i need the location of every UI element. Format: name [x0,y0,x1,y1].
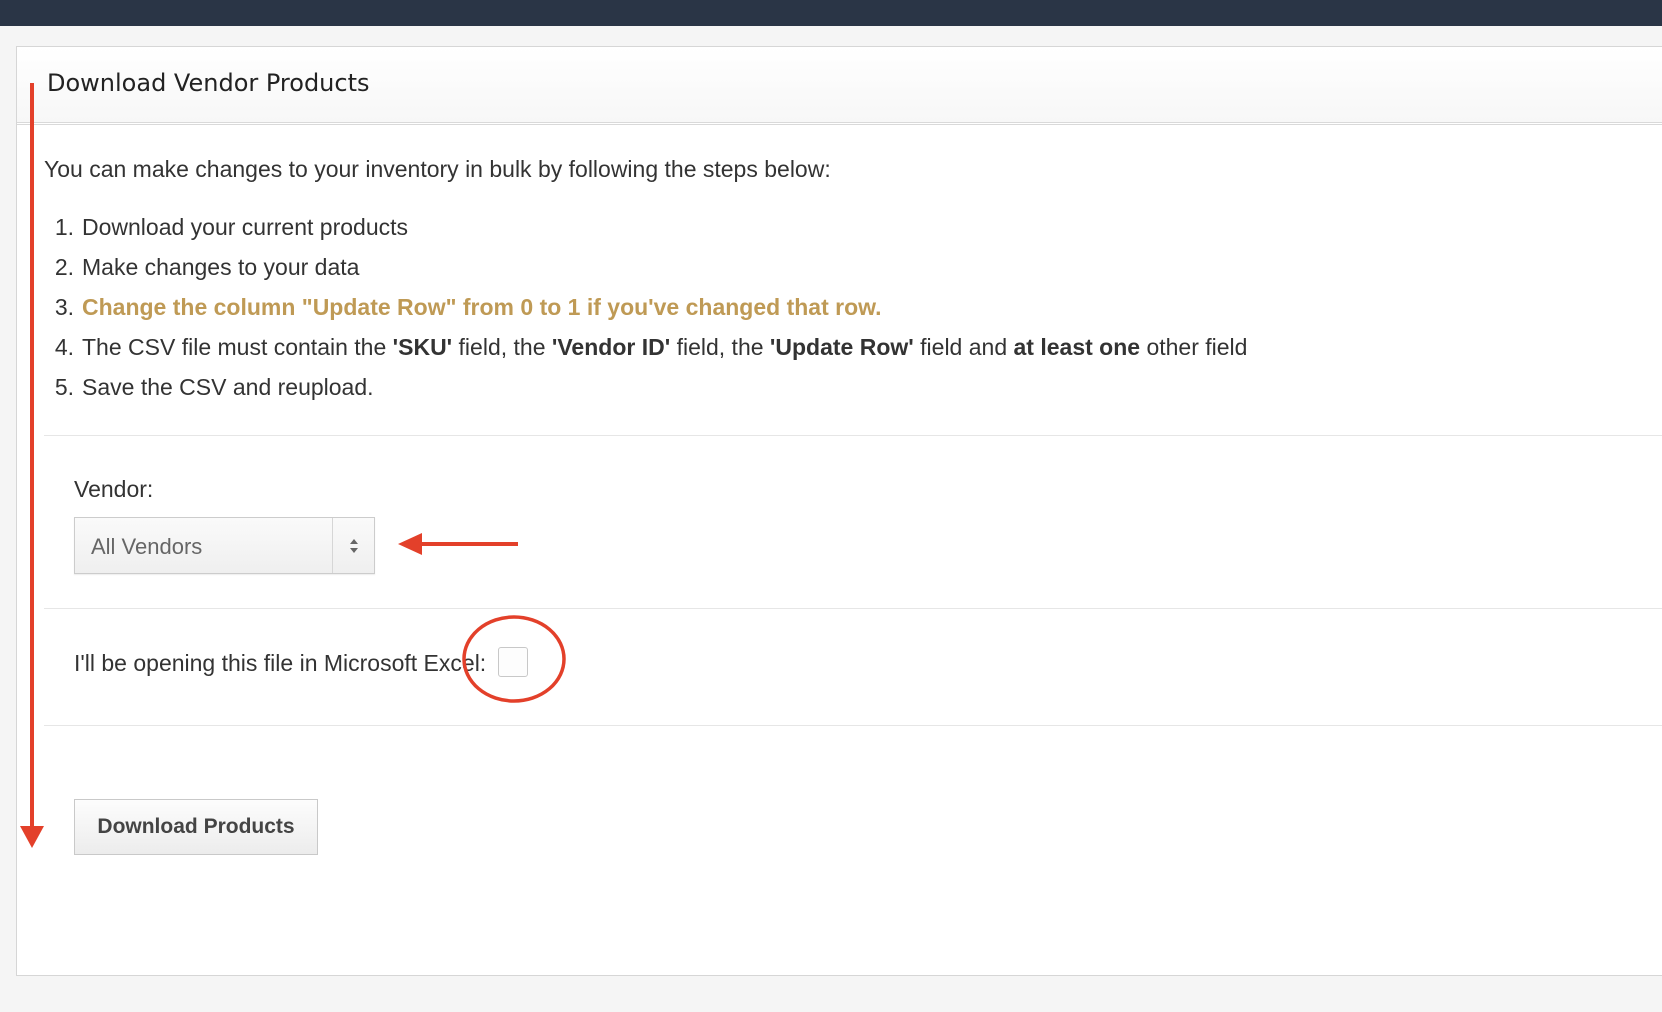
vendor-select[interactable]: All Vendors [74,517,375,574]
step-text: The CSV file must contain the [82,334,393,360]
step-emphasis: 'Update Row' [769,334,914,360]
step-number: 1. [54,214,74,240]
step-number: 3. [54,294,74,320]
step-text: Download your current products [82,214,408,240]
page-title: Download Vendor Products [47,69,370,97]
step-emphasis: at least one [1013,334,1141,360]
top-nav-bar [0,0,1662,26]
steps-list: 1. Download your current products 2. Make … [44,207,1248,407]
intro-text: You can make changes to your inventory i… [44,156,831,182]
step-text: field and [913,334,1014,360]
section-divider [44,725,1662,726]
step-emphasis: 'SKU' [392,334,453,360]
step-item: 3. Change the column "Update Row" from 0 … [44,287,1247,327]
excel-checkbox[interactable] [498,647,528,677]
step-number: 5. [54,374,74,400]
section-divider [44,608,1662,609]
step-item: 4. The CSV file must contain the 'SKU' fi… [44,327,1248,367]
step-text: Make changes to your data [82,254,360,280]
panel-header: Download Vendor Products [17,47,1662,125]
step-item: 1. Download your current products [44,207,1247,247]
step-text: field, the [670,334,770,360]
step-text: other field [1140,334,1248,360]
step-emphasis: 'Vendor ID' [551,334,671,360]
vendor-label: Vendor: [74,476,154,502]
section-divider [44,435,1662,436]
step-number: 2. [54,254,74,280]
step-item: 2. Make changes to your data [44,247,1247,287]
step-text-highlighted: Change the column "Update Row" from 0 to… [82,294,882,320]
step-text: field, the [452,334,552,360]
download-products-button[interactable]: Download Products [74,799,318,855]
vendor-select-value: All Vendors [91,534,203,559]
excel-checkbox-label: I'll be opening this file in Microsoft E… [74,650,487,676]
step-number: 4. [54,334,74,360]
step-item: 5. Save the CSV and reupload. [44,367,1247,407]
step-text: Save the CSV and reupload. [82,374,374,400]
up-down-caret-icon [332,518,374,573]
